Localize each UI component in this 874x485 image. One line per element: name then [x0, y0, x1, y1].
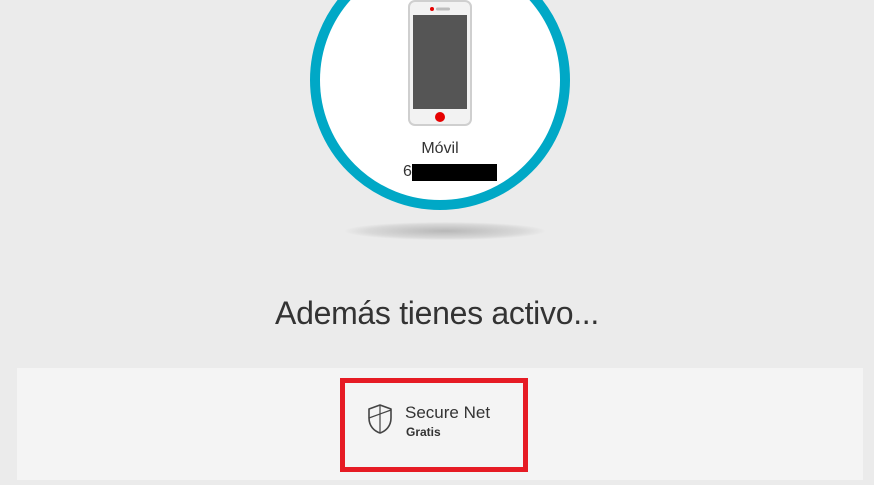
- smartphone-icon: [408, 0, 472, 126]
- redacted-number-block: [411, 163, 497, 181]
- service-name: Secure Net: [405, 403, 491, 422]
- device-card-movil[interactable]: Móvil 6: [310, 0, 570, 210]
- service-item-secure-net[interactable]: Secure Net Gratis: [340, 378, 528, 472]
- active-services-panel: Secure Net Gratis: [17, 368, 863, 480]
- device-card-shadow: [345, 222, 545, 240]
- extras-title: Además tienes activo...: [275, 295, 599, 331]
- device-number-prefix: 6: [403, 163, 412, 180]
- device-number: 6: [403, 163, 497, 181]
- page: Móvil 6 Además tienes activo... Secure N…: [0, 0, 874, 485]
- device-name: Móvil: [421, 140, 459, 157]
- service-price: Gratis: [406, 425, 441, 439]
- shield-icon: [368, 404, 392, 434]
